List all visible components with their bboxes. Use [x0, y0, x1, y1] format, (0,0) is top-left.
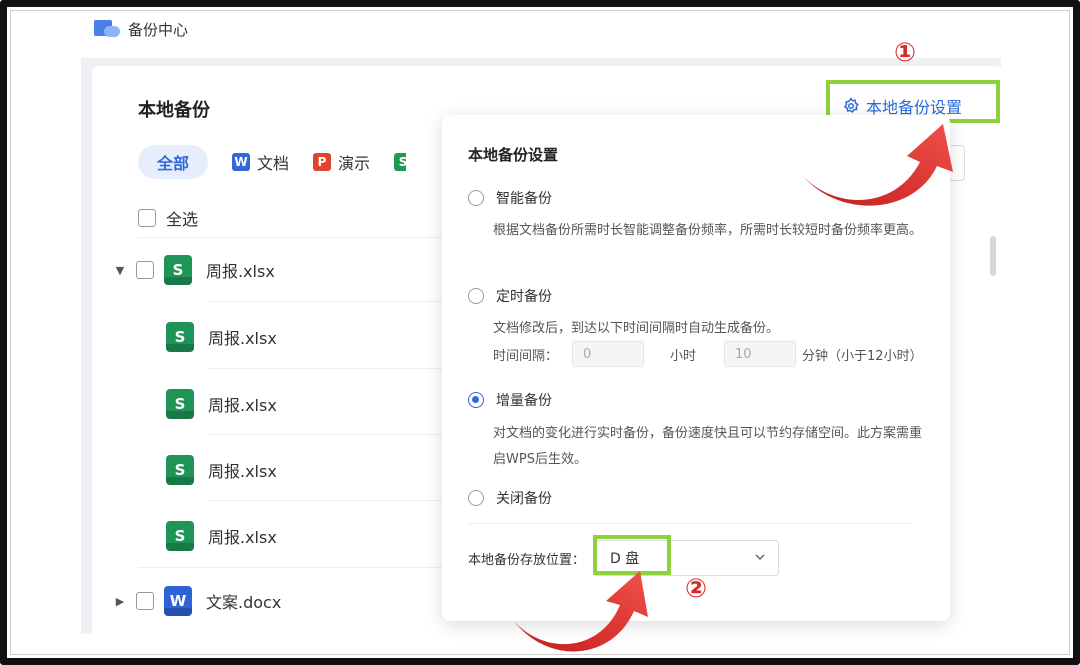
divider [208, 301, 448, 302]
caret-down-icon[interactable]: ▼ [114, 264, 126, 277]
interval-row: 时间间隔： 小时 分钟（小于12小时） [493, 341, 923, 367]
minutes-unit: 分钟（小于12小时） [802, 348, 923, 364]
scrollbar-thumb[interactable] [990, 236, 996, 276]
spreadsheet-file-icon: S [164, 255, 192, 285]
tab-presentations[interactable]: P 演示 [313, 150, 370, 174]
divider [138, 567, 448, 568]
gear-icon [843, 97, 859, 114]
divider [208, 434, 448, 435]
option-description: 文档修改后，到达以下时间间隔时自动生成备份。 [493, 321, 780, 336]
option-disable-backup[interactable]: 关闭备份 [468, 488, 552, 508]
option-label: 智能备份 [496, 191, 552, 207]
file-row[interactable]: ▶ W 文案.docx [114, 586, 281, 616]
select-all-label: 全选 [166, 210, 199, 229]
select-all-checkbox[interactable] [138, 209, 156, 227]
option-label: 定时备份 [496, 289, 552, 305]
storage-location-value: D 盘 [610, 551, 640, 567]
popup-divider [468, 523, 912, 524]
tab-documents-label: 文档 [257, 154, 290, 173]
app-title: 备份中心 [128, 20, 189, 39]
ppt-icon: P [313, 153, 332, 171]
tab-spreadsheets-partial[interactable]: S [394, 153, 407, 171]
panel-title: 本地备份 [138, 100, 210, 121]
spreadsheet-file-icon: S [166, 322, 194, 352]
select-all[interactable]: 全选 [138, 206, 198, 230]
step2-badge: ② [685, 574, 708, 604]
file-row[interactable]: S 周报.xlsx [166, 455, 277, 485]
file-name: 周报.xlsx [208, 329, 277, 348]
word-icon: W [232, 153, 250, 171]
radio-button[interactable] [468, 288, 484, 304]
interval-label: 时间间隔： [493, 348, 559, 364]
hours-unit: 小时 [670, 348, 697, 364]
divider [138, 237, 448, 238]
spreadsheet-file-icon: S [166, 455, 194, 485]
search-box-edge[interactable] [948, 145, 965, 181]
storage-location-select[interactable]: D 盘 [593, 540, 779, 576]
minutes-input[interactable] [724, 341, 797, 367]
file-row[interactable]: S 周报.xlsx [166, 389, 277, 419]
file-checkbox[interactable] [136, 592, 154, 610]
file-name: 周报.xlsx [208, 396, 277, 415]
spreadsheet-file-icon: S [166, 389, 194, 419]
file-name: 文案.docx [206, 593, 282, 612]
spreadsheet-file-icon: S [166, 521, 194, 551]
tab-documents[interactable]: W 文档 [232, 150, 289, 174]
option-scheduled-backup[interactable]: 定时备份 [468, 286, 552, 306]
backup-folder-icon [94, 18, 122, 40]
option-incremental-backup[interactable]: 增量备份 [468, 390, 552, 410]
popup-title: 本地备份设置 [468, 146, 559, 164]
step1-badge: ① [894, 38, 917, 68]
file-type-tabs: 全部 W 文档 P 演示 S [138, 145, 407, 179]
tab-all[interactable]: 全部 [138, 145, 208, 179]
option-label: 关闭备份 [496, 491, 552, 507]
option-description: 根据文档备份所需时长智能调整备份频率，所需时长较短时备份频率更高。 [493, 223, 923, 238]
divider [208, 368, 448, 369]
file-name: 周报.xlsx [208, 528, 277, 547]
file-checkbox[interactable] [136, 261, 154, 279]
storage-location-label: 本地备份存放位置： [468, 553, 586, 568]
divider [208, 500, 448, 501]
option-description: 对文档的变化进行实时备份，备份速度快且可以节约存储空间。此方案需重启WPS后生效… [493, 426, 923, 467]
file-name: 周报.xlsx [206, 262, 275, 281]
radio-button-selected[interactable] [468, 392, 484, 408]
file-row[interactable]: S 周报.xlsx [166, 322, 277, 352]
file-name: 周报.xlsx [208, 462, 277, 481]
tab-presentations-label: 演示 [338, 154, 371, 173]
file-row[interactable]: ▼ S 周报.xlsx [114, 255, 275, 285]
hours-input[interactable] [572, 341, 645, 367]
option-smart-backup[interactable]: 智能备份 [468, 188, 552, 208]
radio-button[interactable] [468, 490, 484, 506]
sheet-icon: S [394, 153, 407, 171]
chevron-down-icon [755, 554, 765, 561]
caret-right-icon[interactable]: ▶ [114, 595, 126, 608]
option-label: 增量备份 [496, 393, 552, 409]
app-header: 备份中心 [94, 14, 188, 44]
document-file-icon: W [164, 586, 192, 616]
radio-button[interactable] [468, 190, 484, 206]
file-row[interactable]: S 周报.xlsx [166, 521, 277, 551]
